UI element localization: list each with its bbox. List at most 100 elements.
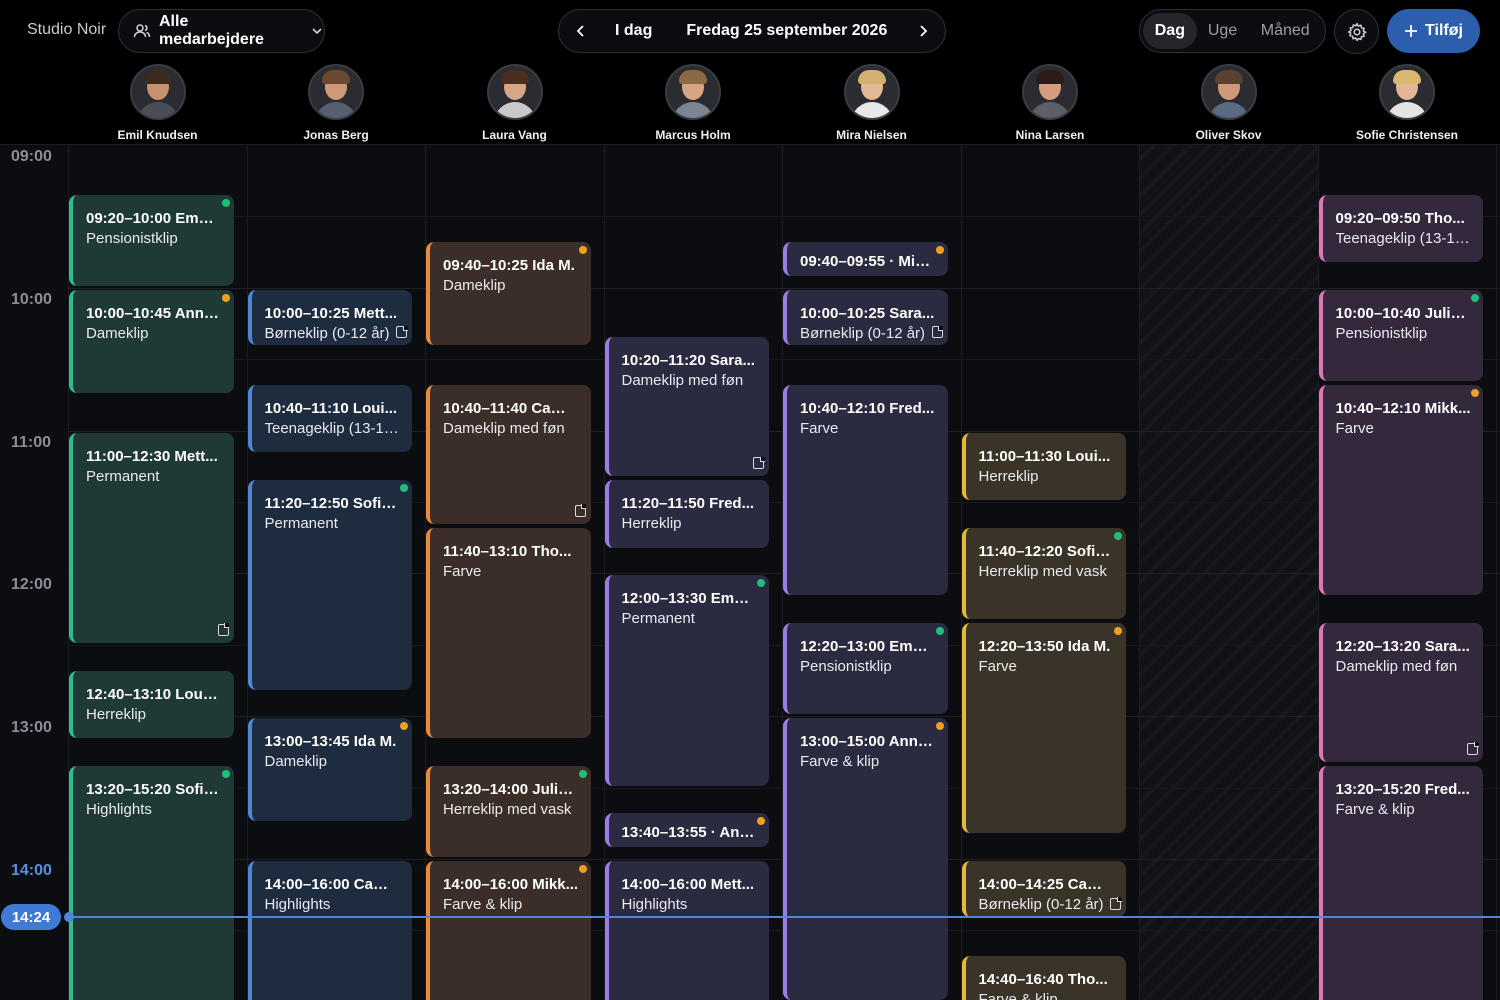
- appointment-card[interactable]: 11:40–13:10 Tho... Farve: [426, 527, 591, 738]
- appointment-time: 11:00–11:30 Loui...: [979, 447, 1115, 467]
- settings-button[interactable]: [1334, 9, 1379, 54]
- appointment-client: Ida M.: [1067, 638, 1111, 655]
- appointment-card[interactable]: 10:00–10:45 Anna... Dameklip: [69, 289, 234, 393]
- appointment-time-range: 13:20–15:20: [1335, 780, 1421, 798]
- appointment-card[interactable]: 11:00–12:30 Mett... Permanent: [69, 432, 234, 643]
- appointment-card[interactable]: 13:20–14:00 Julie... Herreklip med vask: [426, 765, 591, 857]
- staff-column-header[interactable]: Oliver Skov: [1139, 64, 1318, 142]
- avatar: [308, 64, 364, 120]
- appointment-card[interactable]: 13:40–13:55 · Ann...: [604, 813, 769, 848]
- view-week-tab[interactable]: Uge: [1197, 13, 1249, 49]
- appointment-card[interactable]: 10:40–11:10 Loui... Teenageklip (13-17 ..…: [247, 385, 412, 453]
- status-dot: [221, 769, 230, 778]
- appointment-time: 09:40–09:55 · Mikk...: [800, 252, 936, 272]
- avatar: [486, 64, 543, 120]
- status-dot: [935, 246, 944, 255]
- appointment-service: Børneklip (0-12 år): [978, 896, 1104, 913]
- appointment-time-range: 14:00–16:00: [443, 876, 529, 893]
- appointment-time-range: 12:20–13:00: [800, 638, 886, 655]
- staff-name: Marcus Holm: [655, 128, 731, 142]
- appointment-card[interactable]: 12:20–13:20 Sara... Dameklip med føn: [1318, 623, 1483, 762]
- appointment-time: 10:00–10:45 Anna...: [86, 304, 222, 324]
- appointment-service: Farve & klip: [978, 991, 1058, 1000]
- appointment-service: Permanent: [86, 467, 160, 485]
- staff-name: Laura Vang: [482, 128, 547, 142]
- appointment-card[interactable]: 11:00–11:30 Loui... Herreklip: [961, 432, 1126, 500]
- appointment-time-range: 12:00–13:30: [621, 590, 707, 608]
- appointment-time-range: 09:20–09:50: [1335, 209, 1421, 227]
- staff-column-header[interactable]: Marcus Holm: [604, 64, 783, 142]
- appointment-card[interactable]: 10:40–11:40 Cami... Dameklip med føn: [426, 385, 591, 524]
- appointment-time: 14:00–16:00 Mett...: [622, 875, 758, 895]
- appointment-card[interactable]: 10:40–12:10 Mikk... Farve: [1318, 385, 1483, 596]
- appointment-card[interactable]: 12:20–13:00 Emm... Pensionistklip: [783, 623, 948, 715]
- appointment-time: 10:00–10:25 Mett...: [265, 304, 401, 324]
- avatar: [843, 64, 900, 120]
- appointment-client: Anna...: [174, 304, 222, 322]
- previous-day-button[interactable]: [559, 10, 603, 52]
- staff-column-header[interactable]: Emil Knudsen: [68, 64, 247, 142]
- appointment-time: 09:40–10:25 Ida M.: [443, 256, 579, 276]
- appointment-card[interactable]: 11:20–11:50 Fred... Herreklip: [604, 480, 769, 548]
- time-label: 13:00: [11, 719, 52, 737]
- appointment-card[interactable]: 10:40–12:10 Fred... Farve: [783, 385, 948, 596]
- staff-filter-dropdown[interactable]: Alle medarbejdere: [118, 9, 325, 53]
- appointment-card[interactable]: 09:20–09:50 Tho... Teenageklip (13-17 ...: [1318, 194, 1483, 262]
- note-icon: [217, 623, 229, 636]
- appointment-card[interactable]: 09:40–09:55 · Mikk...: [783, 242, 948, 277]
- appointment-card[interactable]: 12:20–13:50 Ida M. Farve: [961, 623, 1126, 834]
- note-icon: [1467, 742, 1479, 755]
- status-dot: [400, 484, 408, 493]
- appointment-time-range: 09:20–10:00: [86, 209, 172, 227]
- appointment-card[interactable]: 10:00–10:25 Mett... Børneklip (0-12 år): [247, 289, 412, 346]
- appointment-time-range: 09:40–10:25: [443, 257, 529, 275]
- appointment-card[interactable]: 14:00–16:00 Mett... Highlights: [604, 861, 769, 1000]
- note-icon: [931, 325, 943, 339]
- appointment-client: Mett...: [174, 447, 218, 465]
- appointment-client: Mett...: [353, 304, 398, 322]
- appointment-card[interactable]: 14:00–14:25 Cami... Børneklip (0-12 år): [961, 861, 1126, 917]
- staff-column-header[interactable]: Nina Larsen: [961, 64, 1140, 142]
- appointment-card[interactable]: 12:00–13:30 Emm... Permanent: [604, 575, 769, 786]
- appointment-time-range: 13:40–13:55: [621, 824, 707, 842]
- today-button[interactable]: I dag: [615, 22, 652, 40]
- appointment-card[interactable]: 13:20–15:20 Sofia... Highlights: [69, 765, 234, 1000]
- appointment-time: 13:20–15:20 Fred...: [1336, 780, 1472, 800]
- appointment-card[interactable]: 09:20–10:00 Emm... Pensionistklip: [69, 194, 234, 286]
- staff-column-header[interactable]: Laura Vang: [425, 64, 604, 142]
- appointment-card[interactable]: 13:00–15:00 Anna... Farve & klip: [783, 718, 948, 1000]
- view-month-tab[interactable]: Måned: [1248, 13, 1322, 49]
- appointment-time-range: 12:40–13:10: [86, 685, 172, 703]
- appointment-client: Emm...: [175, 209, 222, 227]
- appointment-service: Permanent: [264, 515, 338, 533]
- appointment-time-range: 10:20–11:20: [621, 352, 706, 370]
- appointment-card[interactable]: 09:40–10:25 Ida M. Dameklip: [426, 242, 591, 346]
- appointment-card[interactable]: 14:00–16:00 Mikk... Farve & klip: [426, 861, 591, 1000]
- next-day-button[interactable]: [901, 10, 945, 52]
- chevron-right-icon: [920, 25, 928, 37]
- appointment-card[interactable]: 10:20–11:20 Sara... Dameklip med føn: [604, 337, 769, 477]
- appointment-time: 09:20–09:50 Tho...: [1336, 209, 1472, 229]
- appointment-client: Fred...: [1424, 780, 1470, 798]
- appointment-card[interactable]: 12:40–13:10 Louis...Herreklip: [69, 670, 234, 738]
- view-day-tab[interactable]: Dag: [1143, 13, 1197, 49]
- day-calendar-grid[interactable]: 09:00 10:00 11:00 12:00 13:00 14:00 09:20–10:0…: [0, 144, 1500, 1000]
- appointment-card[interactable]: 13:20–15:20 Fred... Farve & klip: [1318, 765, 1483, 1000]
- appointment-card[interactable]: 14:00–16:00 Cami... Highlights: [247, 861, 412, 1000]
- staff-column-header[interactable]: Jonas Berg: [247, 64, 426, 142]
- appointment-service: Dameklip med føn: [621, 372, 744, 390]
- appointment-card[interactable]: 11:20–12:50 Sofia... Permanent: [247, 480, 412, 691]
- staff-column-header[interactable]: Sofie Christensen: [1318, 64, 1497, 142]
- appointment-card[interactable]: 13:00–13:45 Ida M. Dameklip: [247, 718, 412, 822]
- appointment-time-range: 14:00–16:00: [621, 876, 707, 893]
- appointment-time-range: 13:00–13:45: [264, 733, 350, 751]
- appointment-time: 12:40–13:10 Louis...: [86, 685, 222, 705]
- add-appointment-button[interactable]: Tilføj: [1387, 9, 1480, 53]
- appointment-time-range: 11:00–11:30: [978, 447, 1062, 465]
- staff-column-header[interactable]: Mira Nielsen: [782, 64, 961, 142]
- appointment-card[interactable]: 10:00–10:25 Sara... Børneklip (0-12 år): [783, 289, 948, 346]
- appointment-card[interactable]: 14:40–16:40 Tho... Farve & klip: [961, 956, 1126, 1000]
- appointment-card[interactable]: 10:00–10:40 Julie... Pensionistklip: [1318, 289, 1483, 381]
- appointment-card[interactable]: 11:40–12:20 Sofia... Herreklip med vask: [961, 527, 1126, 619]
- appointment-time-range: 09:40–09:55: [800, 253, 886, 271]
